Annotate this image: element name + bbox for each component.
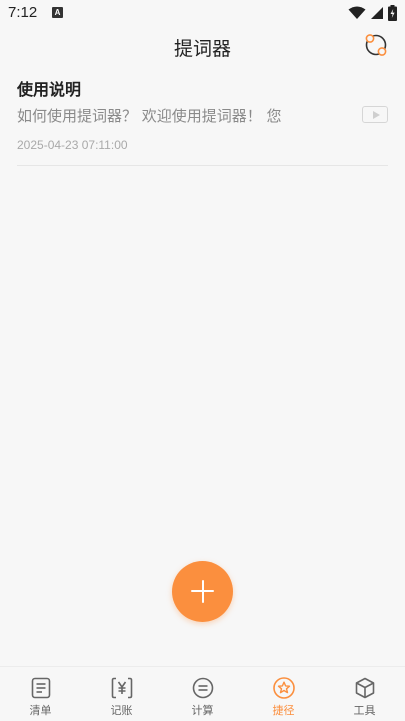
note-title: 使用说明 [17,80,82,99]
sync-icon [365,34,387,56]
add-button[interactable] [172,561,233,622]
tab-label: 计算 [191,704,214,717]
tab-tools[interactable]: 工具 [324,667,405,721]
notification-icon: A [52,7,63,18]
play-icon [373,111,380,119]
tab-label: 捷径 [272,704,295,717]
sync-button[interactable] [363,32,389,58]
star-icon [272,677,295,699]
status-bar: 7:12 A [0,0,405,28]
tab-label: 清单 [29,704,52,717]
list-item[interactable]: 使用说明 如何使用提词器？ 欢迎使用提词器！ 您 2025-04-23 07:1… [17,72,388,166]
tab-calculate[interactable]: 计算 [162,667,243,721]
app-bar: 提词器 [0,28,405,64]
note-preview: 如何使用提词器？ 欢迎使用提词器！ 您 [17,107,282,125]
equals-icon [192,677,213,699]
cube-icon [355,677,374,699]
tab-shortcuts[interactable]: 捷径 [243,667,324,721]
bottom-tab-bar: 清单 记账 计算 捷径 工具 [0,666,405,721]
tab-accounting[interactable]: 记账 [81,667,162,721]
note-date: 2025-04-23 07:11:00 [17,138,128,152]
yuan-icon [111,677,132,699]
list-icon [31,677,50,699]
status-time: 7:12 [8,4,38,21]
status-icons [348,5,397,21]
play-button[interactable] [362,106,388,123]
signal-icon [371,7,383,19]
tab-label: 工具 [353,704,376,717]
tab-list[interactable]: 清单 [0,667,81,721]
tab-label: 记账 [110,704,133,717]
wifi-icon [348,6,366,19]
battery-icon [388,5,397,21]
page-title: 提词器 [173,38,231,60]
